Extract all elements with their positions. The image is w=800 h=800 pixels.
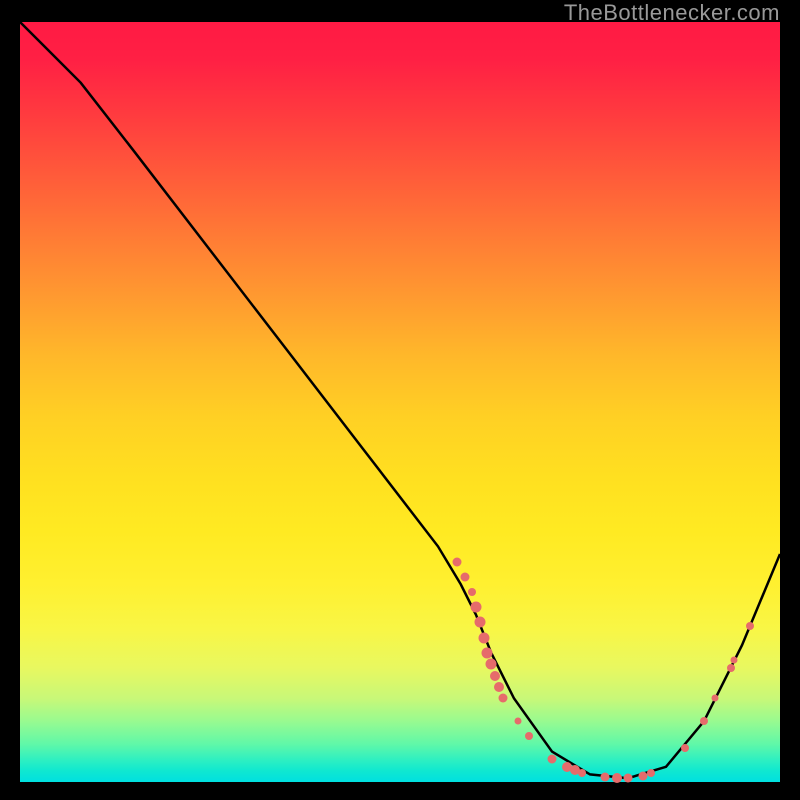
- data-point: [514, 718, 521, 725]
- data-point: [468, 588, 476, 596]
- data-point: [647, 769, 655, 777]
- data-point: [681, 744, 689, 752]
- data-point: [460, 572, 469, 581]
- data-point: [612, 773, 622, 783]
- curve-layer: [20, 22, 780, 782]
- bottleneck-curve: [20, 22, 780, 778]
- data-point: [624, 774, 633, 783]
- data-point: [453, 557, 462, 566]
- attribution-label: TheBottlenecker.com: [564, 0, 780, 26]
- data-point: [471, 602, 482, 613]
- data-point: [601, 772, 610, 781]
- data-point: [474, 617, 485, 628]
- data-point: [494, 682, 504, 692]
- data-point: [700, 717, 708, 725]
- data-point: [525, 732, 533, 740]
- data-point: [548, 755, 557, 764]
- data-point: [490, 671, 500, 681]
- data-point: [478, 632, 489, 643]
- data-point: [498, 694, 507, 703]
- chart-plot-area: [20, 22, 780, 782]
- data-point: [712, 695, 719, 702]
- data-point: [482, 647, 493, 658]
- data-point: [727, 664, 735, 672]
- data-point: [731, 657, 738, 664]
- data-point: [486, 659, 497, 670]
- data-point: [578, 769, 586, 777]
- data-point: [746, 622, 754, 630]
